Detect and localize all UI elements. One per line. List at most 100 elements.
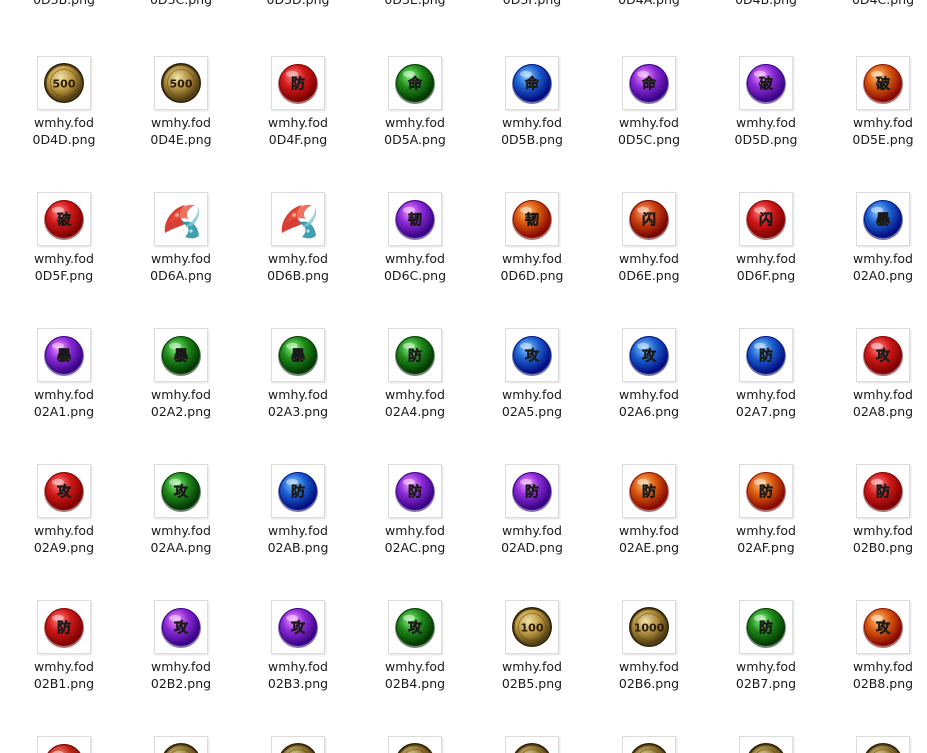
file-name-label: wmhy.fod 0D5D.png xyxy=(716,114,816,148)
file-item[interactable]: 闪 wmhy.fod 0D6F.png xyxy=(716,192,816,292)
coin-icon xyxy=(271,736,325,753)
file-item[interactable]: 500 wmhy.fod 0D4D.png xyxy=(14,56,114,156)
file-name-line1: wmhy.fod xyxy=(619,387,679,402)
file-item-partial[interactable] xyxy=(365,736,465,753)
file-item[interactable]: 防 wmhy.fod 02B7.png xyxy=(716,600,816,700)
file-item[interactable]: 攻 wmhy.fod 02B8.png xyxy=(833,600,927,700)
file-item[interactable]: 攻 wmhy.fod 02AA.png xyxy=(131,464,231,564)
purple-attack-orb-icon: 攻 xyxy=(154,600,208,654)
coin-icon xyxy=(739,736,793,753)
orb-glyph-text: 防 xyxy=(876,484,890,501)
file-item-partial[interactable] xyxy=(131,736,231,753)
file-name-line1: wmhy.fod xyxy=(502,659,562,674)
orb-glyph-text: 闪 xyxy=(642,213,656,229)
file-item[interactable]: 防 wmhy.fod 02A4.png xyxy=(365,328,465,428)
file-item[interactable]: 500 wmhy.fod 0D4E.png xyxy=(131,56,231,156)
file-item-partial[interactable] xyxy=(716,736,816,753)
file-item[interactable]: 防 wmhy.fod 02AD.png xyxy=(482,464,582,564)
file-name-label: wmhy.fod 02A7.png xyxy=(716,386,816,420)
file-item[interactable]: 防 wmhy.fod 02AF.png xyxy=(716,464,816,564)
file-item[interactable]: 攻 wmhy.fod 02B2.png xyxy=(131,600,231,700)
file-item-partial[interactable] xyxy=(833,736,927,753)
orb-glyph-text: 暴 xyxy=(290,349,306,365)
file-item[interactable]: 破 wmhy.fod 0D5E.png xyxy=(833,56,927,156)
orb-glyph-text: 暴 xyxy=(173,349,189,365)
file-item[interactable]: 命 wmhy.fod 0D5C.png xyxy=(599,56,699,156)
file-label-partial[interactable]: 0D3C.png xyxy=(131,0,231,8)
file-name-line2: 0D6A.png xyxy=(150,268,212,283)
orb-glyph-text: 攻 xyxy=(525,348,540,365)
file-name-label: wmhy.fod 02B4.png xyxy=(365,658,465,692)
file-name-line1: wmhy.fod xyxy=(502,115,562,130)
file-item[interactable]: 暴 wmhy.fod 02A3.png xyxy=(248,328,348,428)
file-item[interactable]: 100 wmhy.fod 02B5.png xyxy=(482,600,582,700)
red-dodge-orb-icon: 闪 xyxy=(739,192,793,246)
file-item[interactable]: 命 wmhy.fod 0D5A.png xyxy=(365,56,465,156)
file-item[interactable]: 韧 wmhy.fod 0D6D.png xyxy=(482,192,582,292)
file-item[interactable]: 闪 wmhy.fod 0D6E.png xyxy=(599,192,699,292)
file-item-partial[interactable] xyxy=(599,736,699,753)
file-name-label: wmhy.fod 02A6.png xyxy=(599,386,699,420)
file-name-line1: wmhy.fod xyxy=(853,523,913,538)
file-item[interactable]: 1000 wmhy.fod 02B6.png xyxy=(599,600,699,700)
file-item[interactable]: 破 wmhy.fod 0D5F.png xyxy=(14,192,114,292)
file-item[interactable]: wmhy.fod 0D6B.png xyxy=(248,192,348,292)
file-label-partial[interactable]: 0D4B.png xyxy=(716,0,816,8)
file-name-line2: 02A0.png xyxy=(852,268,914,283)
file-item[interactable]: 防 wmhy.fod 02AC.png xyxy=(365,464,465,564)
file-name-label: wmhy.fod 02AB.png xyxy=(248,522,348,556)
file-item[interactable]: 防 wmhy.fod 02A7.png xyxy=(716,328,816,428)
file-label-partial[interactable]: 0D3E.png xyxy=(365,0,465,8)
file-name-line2: 02A9.png xyxy=(33,540,95,555)
green-crit-orb-icon: 暴 xyxy=(154,328,208,382)
file-item[interactable]: 防 wmhy.fod 02B0.png xyxy=(833,464,927,564)
file-item[interactable]: 暴 wmhy.fod 02A2.png xyxy=(131,328,231,428)
file-label-partial[interactable]: 0D4C.png xyxy=(833,0,927,8)
file-name-line2: 02A5.png xyxy=(501,404,563,419)
orb-glyph-text: 韧 xyxy=(525,212,539,229)
file-item[interactable]: 命 wmhy.fod 0D5B.png xyxy=(482,56,582,156)
file-name-line2: 0D6C.png xyxy=(383,268,447,283)
file-name-line1: wmhy.fod xyxy=(34,387,94,402)
file-name-label: wmhy.fod 02AE.png xyxy=(599,522,699,556)
file-item[interactable]: 暴 wmhy.fod 02A0.png xyxy=(833,192,927,292)
file-item[interactable]: 攻 wmhy.fod 02A6.png xyxy=(599,328,699,428)
file-name-line2: 02B8.png xyxy=(852,676,914,691)
file-name-line1: wmhy.fod xyxy=(34,523,94,538)
file-item[interactable]: 防 wmhy.fod 02AE.png xyxy=(599,464,699,564)
file-item[interactable]: 防 wmhy.fod 02AB.png xyxy=(248,464,348,564)
file-name-line2: 02B7.png xyxy=(735,676,797,691)
file-item[interactable]: 防 wmhy.fod 02B1.png xyxy=(14,600,114,700)
file-label-partial[interactable]: 0D3D.png xyxy=(248,0,348,8)
file-label-partial[interactable]: 0D3B.png xyxy=(14,0,114,8)
orange-defense-orb-icon: 防 xyxy=(739,464,793,518)
orange-attack-orb-icon: 攻 xyxy=(856,600,910,654)
file-item[interactable]: wmhy.fod 0D6A.png xyxy=(131,192,231,292)
file-item[interactable]: 攻 wmhy.fod 02B4.png xyxy=(365,600,465,700)
file-name-line1: wmhy.fod xyxy=(502,523,562,538)
file-name-line1: wmhy.fod xyxy=(385,523,445,538)
file-item[interactable]: 暴 wmhy.fod 02A1.png xyxy=(14,328,114,428)
file-item[interactable]: 攻 wmhy.fod 02A9.png xyxy=(14,464,114,564)
file-item[interactable]: 攻 wmhy.fod 02A5.png xyxy=(482,328,582,428)
file-name-line1: wmhy.fod xyxy=(736,523,796,538)
file-label-partial[interactable]: 0D4A.png xyxy=(599,0,699,8)
red-defense-orb-icon: 防 xyxy=(37,600,91,654)
file-item-partial[interactable] xyxy=(248,736,348,753)
file-item[interactable]: 防 wmhy.fod 0D4F.png xyxy=(248,56,348,156)
file-name-line1: wmhy.fod xyxy=(151,115,211,130)
file-item[interactable]: 破 wmhy.fod 0D5D.png xyxy=(716,56,816,156)
purple-defense-orb-icon: 防 xyxy=(388,464,442,518)
file-name-label: wmhy.fod 0D6D.png xyxy=(482,250,582,284)
file-item-partial[interactable] xyxy=(14,736,114,753)
orb-glyph-text: 闪 xyxy=(759,213,773,229)
green-attack-orb-icon: 攻 xyxy=(154,464,208,518)
file-name-label: wmhy.fod 02B8.png xyxy=(833,658,927,692)
file-item-partial[interactable] xyxy=(482,736,582,753)
file-item[interactable]: 韧 wmhy.fod 0D6C.png xyxy=(365,192,465,292)
file-item[interactable]: 攻 wmhy.fod 02A8.png xyxy=(833,328,927,428)
orange-dodge-orb-icon: 闪 xyxy=(622,192,676,246)
file-label-partial[interactable]: 0D3F.png xyxy=(482,0,582,8)
coin-value-text: 500 xyxy=(53,78,76,91)
file-item[interactable]: 攻 wmhy.fod 02B3.png xyxy=(248,600,348,700)
